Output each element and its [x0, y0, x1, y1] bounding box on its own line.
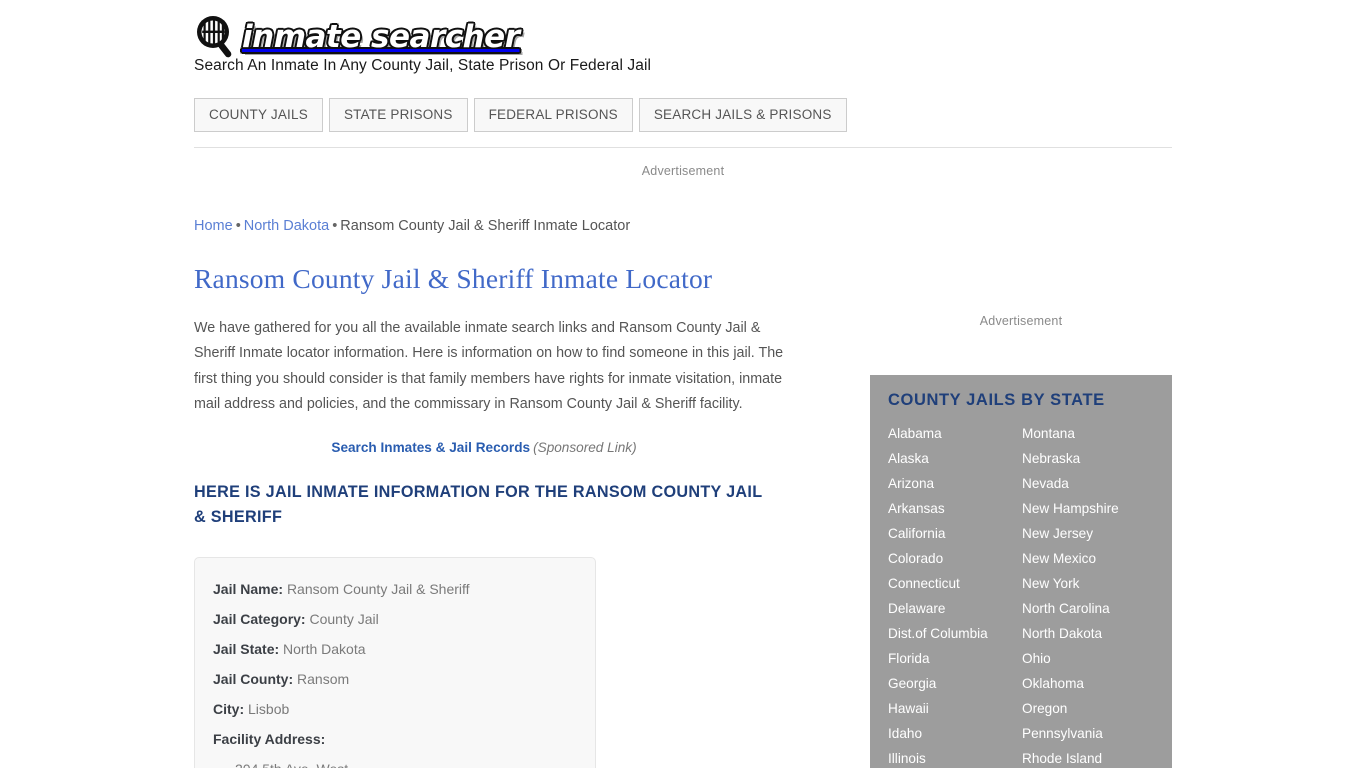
state-link-north-dakota[interactable]: North Dakota: [1022, 621, 1154, 646]
info-row-jail-name: Jail Name: Ransom County Jail & Sheriff: [213, 574, 577, 604]
site-header: inmate searcher Search An Inmate In Any …: [194, 0, 1172, 148]
info-row-facility-address: Facility Address:: [213, 724, 577, 754]
breadcrumb-state-link[interactable]: North Dakota: [244, 218, 329, 234]
state-link-new-york[interactable]: New York: [1022, 571, 1154, 596]
info-row-jail-county: Jail County: Ransom: [213, 664, 577, 694]
state-link-alaska[interactable]: Alaska: [888, 446, 1022, 471]
info-row-jail-state: Jail State: North Dakota: [213, 634, 577, 664]
state-link-montana[interactable]: Montana: [1022, 421, 1154, 446]
state-link-california[interactable]: California: [888, 521, 1022, 546]
state-link-arizona[interactable]: Arizona: [888, 471, 1022, 496]
section-heading: HERE IS JAIL INMATE INFORMATION FOR THE …: [194, 483, 763, 527]
state-link-illinois[interactable]: Illinois: [888, 746, 1022, 768]
jail-info-box: Jail Name: Ransom County Jail & Sheriff …: [194, 557, 596, 768]
site-tagline: Search An Inmate In Any County Jail, Sta…: [194, 57, 652, 74]
county-jails-by-state-widget: COUNTY JAILS BY STATE Alabama Montana Al…: [870, 375, 1172, 768]
sidebar-advertisement-label: Advertisement: [979, 314, 1063, 328]
state-link-nebraska[interactable]: Nebraska: [1022, 446, 1154, 471]
state-link-nevada[interactable]: Nevada: [1022, 471, 1154, 496]
state-link-dist-of-columbia[interactable]: Dist.of Columbia: [888, 621, 1022, 646]
intro-paragraph: We have gathered for you all the availab…: [194, 320, 784, 412]
state-link-oregon[interactable]: Oregon: [1022, 696, 1154, 721]
search-inmates-jail-records-link[interactable]: Search Inmates & Jail Records: [331, 440, 530, 455]
info-label-city: City:: [213, 701, 245, 718]
info-value-jail-category: County Jail: [309, 611, 379, 628]
state-link-pennsylvania[interactable]: Pennsylvania: [1022, 721, 1154, 746]
page-title: Ransom County Jail & Sheriff Inmate Loca…: [194, 263, 713, 294]
page-root: inmate searcher Search An Inmate In Any …: [0, 0, 1366, 768]
magnifier-jail-bars-icon: [194, 14, 240, 60]
breadcrumb-separator-1: •: [235, 218, 241, 234]
state-link-florida[interactable]: Florida: [888, 646, 1022, 671]
info-label-jail-county: Jail County:: [213, 671, 294, 688]
state-link-new-hampshire[interactable]: New Hampshire: [1022, 496, 1154, 521]
nav-item-state-prisons[interactable]: STATE PRISONS: [328, 98, 468, 132]
main-column: Ransom County Jail & Sheriff Inmate Loca…: [194, 262, 794, 768]
state-link-colorado[interactable]: Colorado: [888, 546, 1022, 571]
state-link-alabama[interactable]: Alabama: [888, 421, 1022, 446]
info-row-city: City: Lisbob: [213, 694, 577, 724]
top-advertisement-label: Advertisement: [641, 164, 725, 178]
info-value-jail-county: Ransom: [297, 671, 350, 688]
sponsored-link-note: (Sponsored Link): [533, 440, 637, 456]
state-link-rhode-island[interactable]: Rhode Island: [1022, 746, 1154, 768]
state-link-delaware[interactable]: Delaware: [888, 596, 1022, 621]
state-link-hawaii[interactable]: Hawaii: [888, 696, 1022, 721]
state-link-new-jersey[interactable]: New Jersey: [1022, 521, 1154, 546]
sidebar-title: COUNTY JAILS BY STATE: [888, 391, 1105, 409]
nav-item-county-jails[interactable]: COUNTY JAILS: [194, 98, 323, 132]
state-link-ohio[interactable]: Ohio: [1022, 646, 1154, 671]
state-link-north-carolina[interactable]: North Carolina: [1022, 596, 1154, 621]
nav-item-federal-prisons[interactable]: FEDERAL PRISONS: [473, 98, 633, 132]
breadcrumb-separator-2: •: [332, 218, 338, 234]
info-value-city: Lisbob: [248, 701, 290, 718]
info-label-jail-name: Jail Name:: [213, 581, 284, 598]
state-link-oklahoma[interactable]: Oklahoma: [1022, 671, 1154, 696]
site-logo-link[interactable]: inmate searcher: [194, 14, 521, 60]
site-logo-text: inmate searcher: [241, 18, 521, 56]
nav-item-search-jails-prisons[interactable]: SEARCH JAILS & PRISONS: [638, 98, 847, 132]
state-link-georgia[interactable]: Georgia: [888, 671, 1022, 696]
header-divider: [194, 147, 1172, 148]
breadcrumb: Home • North Dakota • Ransom County Jail & S…: [194, 218, 630, 234]
info-value-facility-address-line: 204 5th Ave. West: [213, 754, 577, 768]
state-link-idaho[interactable]: Idaho: [888, 721, 1022, 746]
breadcrumb-home-link[interactable]: Home: [194, 218, 233, 234]
content-container: inmate searcher Search An Inmate In Any …: [194, 0, 1172, 768]
state-links-grid: Alabama Montana Alaska Nebraska Arizona …: [888, 421, 1154, 768]
state-link-arkansas[interactable]: Arkansas: [888, 496, 1022, 521]
info-value-jail-state: North Dakota: [283, 641, 366, 658]
breadcrumb-current: Ransom County Jail & Sheriff Inmate Loca…: [340, 218, 631, 234]
info-label-jail-category: Jail Category:: [213, 611, 306, 628]
info-row-jail-category: Jail Category: County Jail: [213, 604, 577, 634]
info-value-jail-name: Ransom County Jail & Sheriff: [286, 581, 470, 598]
info-label-facility-address: Facility Address:: [213, 731, 326, 748]
primary-nav: COUNTY JAILS STATE PRISONS FEDERAL PRISO…: [194, 98, 847, 132]
state-link-new-mexico[interactable]: New Mexico: [1022, 546, 1154, 571]
state-link-connecticut[interactable]: Connecticut: [888, 571, 1022, 596]
info-label-jail-state: Jail State:: [213, 641, 280, 658]
sponsored-link-row: Search Inmates & Jail Records (Sponsored …: [194, 440, 794, 455]
